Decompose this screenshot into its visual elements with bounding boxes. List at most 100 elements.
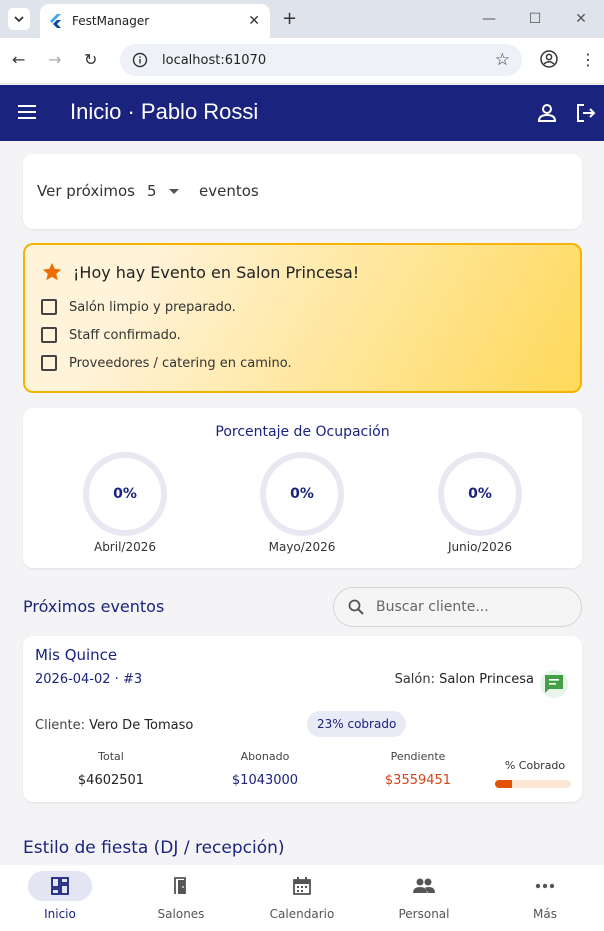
nav-item-salones[interactable]: Salones — [121, 871, 241, 927]
browser-tab-bar: FestManager ✕ + — ☐ ✕ — [0, 0, 604, 38]
nav-item-personal[interactable]: Personal — [364, 871, 484, 927]
occupancy-month-label: Abril/2026 — [93, 540, 156, 554]
new-tab-icon[interactable]: + — [282, 8, 297, 29]
checklist-item[interactable]: Proveedores / catering en camino. — [41, 355, 292, 371]
browser-tab[interactable]: FestManager ✕ — [40, 4, 270, 38]
site-info-icon[interactable] — [132, 52, 148, 68]
occupancy-month-label: Mayo/2026 — [268, 540, 336, 554]
collected-badge: 23% cobrado — [307, 711, 407, 737]
occupancy-title: Porcentaje de Ocupación — [215, 424, 390, 440]
salon-name: Salon Princesa — [439, 672, 534, 687]
chat-icon — [545, 675, 563, 693]
collected-progress-label: % Cobrado — [504, 759, 566, 772]
logout-icon[interactable] — [575, 102, 597, 128]
window-close-icon[interactable]: ✕ — [558, 0, 604, 38]
nav-label: Más — [533, 907, 557, 921]
checkbox[interactable] — [41, 355, 57, 371]
window-controls: — ☐ ✕ — [466, 0, 604, 38]
forward-icon[interactable]: → — [48, 50, 61, 69]
pending-column: Pendiente $3559451 — [363, 750, 473, 788]
occupancy-ring: 0% — [260, 452, 344, 536]
nav-label: Inicio — [44, 907, 76, 921]
nav-item-inicio[interactable]: Inicio — [0, 871, 120, 927]
dashboard-icon — [51, 877, 69, 895]
reload-icon[interactable]: ↻ — [84, 50, 97, 69]
checkbox[interactable] — [41, 299, 57, 315]
url-text: localhost:61070 — [162, 52, 267, 68]
paid-value: $1043000 — [231, 773, 299, 788]
nav-item-mas[interactable]: Más — [485, 871, 604, 927]
event-salon: Salón: Salon Princesa — [395, 672, 534, 687]
dropdown-caret-icon — [168, 188, 179, 194]
flutter-icon — [50, 14, 61, 28]
events-count-value: 5 — [146, 182, 157, 200]
menu-icon[interactable] — [18, 105, 36, 119]
occupancy-percent: 0% — [113, 486, 137, 502]
paid-column: Abonado $1043000 — [210, 750, 320, 788]
tab-title: FestManager — [72, 14, 150, 28]
client-label: Cliente: — [35, 718, 86, 733]
event-client: Cliente: Vero De Tomaso — [35, 718, 193, 733]
filter-suffix: eventos — [198, 182, 259, 200]
event-card[interactable]: Mis Quince 2026-04-02 · #3 Salón: Salon … — [23, 636, 582, 802]
search-placeholder: Buscar cliente... — [376, 599, 489, 615]
close-tab-icon[interactable]: ✕ — [248, 13, 260, 29]
url-field[interactable]: localhost:61070 ☆ — [120, 44, 522, 76]
pending-label: Pendiente — [390, 750, 446, 763]
bookmark-star-icon[interactable]: ☆ — [495, 50, 510, 70]
checklist-label: Salón limpio y preparado. — [69, 299, 236, 315]
checklist-label: Proveedores / catering en camino. — [69, 355, 292, 371]
checkbox[interactable] — [41, 327, 57, 343]
profile-icon[interactable] — [540, 50, 558, 72]
door-icon — [174, 877, 186, 894]
address-bar: ← → ↻ localhost:61070 ☆ ⋮ — [0, 38, 604, 84]
pending-value: $3559451 — [384, 773, 452, 788]
salon-label: Salón: — [394, 672, 435, 687]
page-title: Inicio · Pablo Rossi — [70, 99, 259, 124]
event-date-id: 2026-04-02 · #3 — [35, 672, 143, 687]
people-icon — [413, 878, 435, 893]
checklist-label: Staff confirmado. — [69, 327, 181, 343]
more-horizontal-icon — [535, 883, 555, 889]
nav-label: Personal — [398, 907, 450, 921]
star-icon — [42, 262, 62, 281]
occupancy-percent: 0% — [468, 486, 492, 502]
app-bar: Inicio · Pablo Rossi — [0, 85, 604, 141]
occupancy-ring: 0% — [438, 452, 522, 536]
today-event-card: ¡Hoy hay Evento en Salon Princesa! Salón… — [23, 243, 582, 393]
nav-label: Salones — [157, 907, 205, 921]
occupancy-month-label: Junio/2026 — [447, 540, 512, 554]
tab-search-button[interactable] — [8, 8, 30, 30]
nav-item-calendario[interactable]: Calendario — [242, 871, 362, 927]
event-name: Mis Quince — [35, 646, 118, 664]
occupancy-ring: 0% — [83, 452, 167, 536]
client-search-input[interactable]: Buscar cliente... — [333, 587, 582, 627]
total-column: Total $4602501 — [56, 750, 166, 788]
main-content[interactable]: Ver próximos 5 eventos ¡Hoy hay Evento e… — [0, 141, 604, 865]
total-value: $4602501 — [77, 773, 145, 788]
occupancy-percent: 0% — [290, 486, 314, 502]
maximize-icon[interactable]: ☐ — [512, 0, 558, 38]
events-count-dropdown[interactable]: 5 — [147, 182, 187, 200]
nav-label: Calendario — [269, 907, 335, 921]
minimize-icon[interactable]: — — [466, 0, 512, 38]
collected-progress-bar — [495, 780, 571, 788]
paid-label: Abonado — [240, 750, 290, 763]
search-icon — [348, 599, 364, 615]
bottom-navigation: Inicio Salones Calendario Personal Más — [0, 865, 604, 931]
back-icon[interactable]: ← — [12, 50, 25, 69]
party-style-title: Estilo de fiesta (DJ / recepción) — [23, 838, 285, 858]
occupancy-card: Porcentaje de Ocupación 0% Abril/2026 0%… — [23, 408, 582, 568]
user-icon[interactable] — [536, 102, 558, 128]
today-event-title: ¡Hoy hay Evento en Salon Princesa! — [73, 263, 360, 282]
calendar-icon — [293, 877, 311, 895]
checklist-item[interactable]: Staff confirmado. — [41, 327, 181, 343]
message-button[interactable] — [540, 670, 568, 698]
events-filter-card: Ver próximos 5 eventos — [23, 154, 582, 229]
browser-menu-icon[interactable]: ⋮ — [580, 50, 596, 69]
checklist-item[interactable]: Salón limpio y preparado. — [41, 299, 236, 315]
filter-prefix: Ver próximos — [37, 182, 135, 200]
chevron-down-icon — [14, 16, 24, 23]
upcoming-events-title: Próximos eventos — [23, 597, 165, 616]
client-name: Vero De Tomaso — [89, 718, 194, 733]
